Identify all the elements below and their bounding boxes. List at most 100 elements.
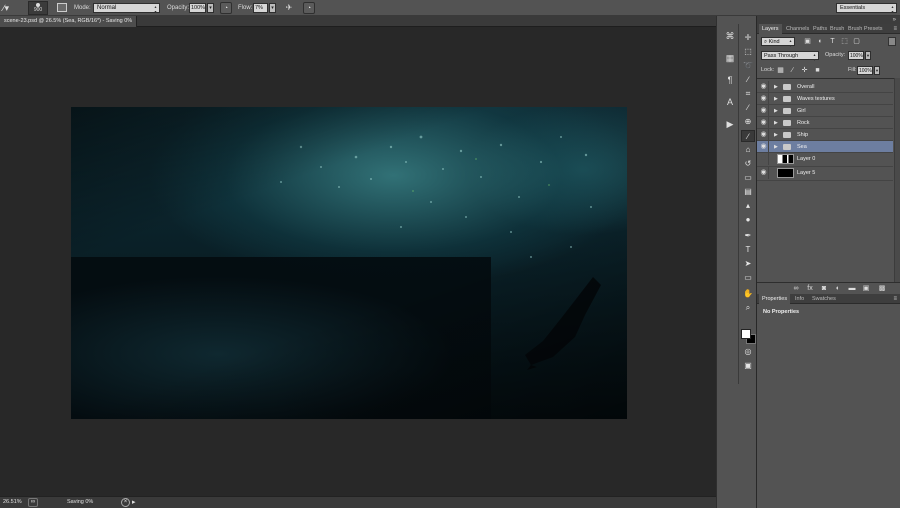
quick-select-tool-icon[interactable]: ∕: [741, 74, 755, 86]
shape-filter-icon[interactable]: ⬚: [840, 37, 849, 46]
actions-panel-icon[interactable]: ▶: [724, 118, 736, 130]
link-layers-icon[interactable]: ∞: [791, 284, 801, 294]
tab-properties[interactable]: Properties: [759, 294, 791, 304]
status-menu-arrow-icon[interactable]: ▸: [132, 497, 136, 508]
expand-triangle-icon[interactable]: ▶: [774, 129, 778, 141]
character-panel-icon[interactable]: A: [724, 96, 736, 108]
lock-transparency-icon[interactable]: ▦: [776, 66, 785, 75]
foreground-color-swatch[interactable]: [741, 329, 751, 339]
visibility-eye-icon[interactable]: ◉: [759, 93, 769, 105]
kind-filter-dropdown[interactable]: ⌕ Kind: [761, 37, 795, 48]
brush-tool-icon[interactable]: ∕: [741, 130, 755, 142]
zoom-level[interactable]: 26.51%: [3, 497, 22, 508]
new-adjustment-icon[interactable]: ◐: [833, 284, 843, 294]
history-brush-tool-icon[interactable]: ↺: [741, 158, 755, 170]
clone-stamp-tool-icon[interactable]: ⌂: [741, 144, 755, 156]
tab-brush-presets[interactable]: Brush Presets: [845, 24, 886, 34]
layer-style-icon[interactable]: fx: [805, 284, 815, 294]
gradient-tool-icon[interactable]: ▤: [741, 186, 755, 198]
lock-pixels-icon[interactable]: ∕: [788, 66, 797, 75]
pixel-filter-icon[interactable]: ▣: [803, 37, 812, 46]
opacity-pressure-icon[interactable]: ◔: [220, 2, 232, 14]
visibility-eye-icon[interactable]: ◉: [759, 129, 769, 141]
tab-channels[interactable]: Channels: [783, 24, 812, 34]
workspace-dropdown[interactable]: Essentials: [836, 3, 897, 14]
document-profile-icon[interactable]: ∞: [28, 498, 38, 507]
panel-collapse-strip[interactable]: »: [757, 16, 900, 24]
document-tab[interactable]: scene-23.psd @ 26.5% (Sea, RGB/16*) - Sa…: [0, 16, 138, 27]
fill-arrow-icon[interactable]: ▾: [874, 66, 880, 75]
visibility-off-box[interactable]: □: [759, 153, 769, 165]
visibility-eye-icon[interactable]: ◉: [759, 81, 769, 93]
visibility-eye-icon[interactable]: ◉: [759, 167, 769, 179]
tab-layers[interactable]: Layers: [759, 24, 782, 34]
paragraph-panel-icon[interactable]: ¶: [724, 74, 736, 86]
history-panel-icon[interactable]: ⌘: [724, 30, 736, 42]
expand-triangle-icon[interactable]: ▶: [774, 141, 778, 153]
artwork-canvas[interactable]: [71, 107, 627, 419]
expand-triangle-icon[interactable]: ▶: [774, 93, 778, 105]
smart-object-filter-icon[interactable]: ▢: [852, 37, 861, 46]
expand-triangle-icon[interactable]: ▶: [774, 117, 778, 129]
blur-tool-icon[interactable]: ▴: [741, 200, 755, 212]
type-tool-icon[interactable]: T: [741, 244, 755, 256]
layer-row-sea[interactable]: ◉ ▶ Sea: [757, 141, 893, 153]
color-swatches[interactable]: [741, 329, 757, 345]
visibility-eye-icon[interactable]: ◉: [759, 141, 769, 153]
crop-tool-icon[interactable]: ⌗: [741, 88, 755, 100]
opacity-field[interactable]: 100%: [189, 3, 206, 13]
fill-field[interactable]: 100%: [857, 66, 873, 75]
lock-position-icon[interactable]: ✛: [800, 66, 809, 75]
add-mask-icon[interactable]: ◙: [819, 284, 829, 294]
layer-row-ship[interactable]: ◉ ▶ Ship: [757, 129, 893, 141]
layer-row-girl[interactable]: ◉ ▶ Girl: [757, 105, 893, 117]
hand-tool-icon[interactable]: ✋: [741, 288, 755, 300]
opacity-slider-arrow-icon[interactable]: ▾: [207, 3, 214, 13]
eraser-tool-icon[interactable]: ▭: [741, 172, 755, 184]
layer-row-layer-0[interactable]: □ Layer 0: [757, 153, 893, 167]
layers-scrollbar[interactable]: [894, 78, 900, 286]
healing-brush-tool-icon[interactable]: ⊕: [741, 116, 755, 128]
dodge-tool-icon[interactable]: ●: [741, 214, 755, 226]
layer-row-layer-5[interactable]: ◉ Layer 5: [757, 167, 893, 181]
panel-menu-icon[interactable]: ≡: [893, 294, 897, 304]
airbrush-icon[interactable]: ✈: [283, 2, 295, 14]
zoom-tool-icon[interactable]: ⌕: [741, 302, 755, 314]
move-tool-icon[interactable]: ✛: [741, 32, 755, 44]
brush-tool-preset-icon[interactable]: ∕▾: [3, 2, 21, 14]
filter-toggle-switch[interactable]: [888, 37, 896, 46]
pen-tool-icon[interactable]: ✒: [741, 230, 755, 242]
tab-info[interactable]: Info: [792, 294, 807, 304]
lock-all-icon[interactable]: ■: [813, 66, 822, 75]
mode-dropdown[interactable]: Normal: [93, 3, 160, 14]
layer-row-rock[interactable]: ◉ ▶ Rock: [757, 117, 893, 129]
panel-menu-icon[interactable]: ≡: [893, 24, 897, 34]
blend-mode-dropdown[interactable]: Pass Through: [761, 51, 819, 62]
tab-swatches[interactable]: Swatches: [809, 294, 839, 304]
eyedropper-tool-icon[interactable]: ∕: [741, 102, 755, 114]
flow-field[interactable]: 7%: [253, 3, 268, 13]
new-group-icon[interactable]: ▬: [847, 284, 857, 294]
quick-mask-icon[interactable]: ◎: [741, 346, 755, 358]
new-layer-icon[interactable]: ▣: [861, 284, 871, 294]
expand-triangle-icon[interactable]: ▶: [774, 105, 778, 117]
type-filter-icon[interactable]: T: [828, 37, 837, 46]
brush-panel-toggle-icon[interactable]: [57, 3, 67, 12]
visibility-eye-icon[interactable]: ◉: [759, 117, 769, 129]
screen-mode-icon[interactable]: ▣: [741, 360, 755, 372]
rectangle-tool-icon[interactable]: ▭: [741, 272, 755, 284]
visibility-eye-icon[interactable]: ◉: [759, 105, 769, 117]
adjustment-filter-icon[interactable]: ◐: [816, 37, 825, 46]
expand-triangle-icon[interactable]: ▶: [774, 81, 778, 93]
lasso-tool-icon[interactable]: ➰: [741, 60, 755, 72]
brush-size-picker[interactable]: 900: [28, 1, 48, 15]
marquee-tool-icon[interactable]: ⬚: [741, 46, 755, 58]
size-pressure-icon[interactable]: ◔: [303, 2, 315, 14]
path-select-tool-icon[interactable]: ➤: [741, 258, 755, 270]
layer-row-waves-textures[interactable]: ◉ ▶ Waves textures: [757, 93, 893, 105]
layer-opacity-arrow-icon[interactable]: ▾: [865, 51, 871, 60]
adjustments-panel-icon[interactable]: ▦: [724, 52, 736, 64]
flow-slider-arrow-icon[interactable]: ▾: [269, 3, 276, 13]
layer-opacity-field[interactable]: 100%: [848, 51, 864, 60]
delete-layer-icon[interactable]: ▩: [877, 284, 887, 294]
